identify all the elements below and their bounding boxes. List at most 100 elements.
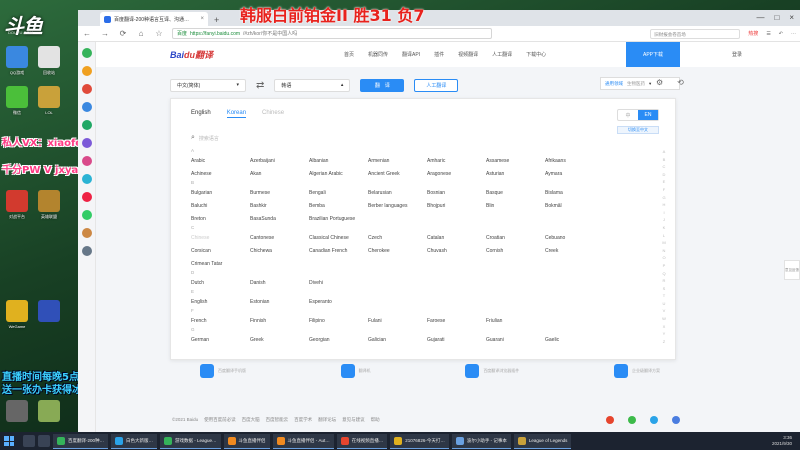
language-option[interactable]: Cherokee [368, 248, 427, 254]
footer-link[interactable]: 翻译论坛 [318, 417, 336, 423]
taskbar-item[interactable]: 波尔小助手 - 记事本 [451, 433, 511, 449]
footer-link[interactable]: 意见与建议 [342, 417, 365, 423]
refresh-icon[interactable]: ⟳ [118, 29, 128, 38]
nav-link-home[interactable]: 首页 [344, 51, 354, 58]
browser-search-input[interactable]: 旧财报会卷首场 [650, 28, 741, 39]
language-option[interactable]: Baluchi [191, 203, 250, 209]
language-option[interactable]: Chuvash [427, 248, 486, 254]
app-promo-item[interactable]: 翻译机 [340, 364, 371, 378]
search-icon[interactable] [23, 435, 35, 447]
desktop-icon-5[interactable] [6, 190, 28, 212]
language-option[interactable]: BasaSunda [250, 216, 309, 222]
alphabet-index-letter[interactable]: J [659, 216, 669, 224]
language-option[interactable]: Achinese [191, 171, 250, 177]
language-option[interactable]: Faroese [427, 318, 486, 324]
star-icon[interactable]: ☆ [154, 29, 164, 38]
language-option[interactable]: Gaelic [545, 337, 604, 343]
tab-chinese[interactable]: Chinese [262, 110, 284, 118]
rail-app-icon[interactable] [82, 48, 92, 58]
url-input[interactable]: 百度 https://fanyi.baidu.com /#zh/kor/你不是中… [172, 28, 492, 39]
footer-link[interactable]: 帮助 [371, 417, 380, 423]
language-option[interactable]: Fulani [368, 318, 427, 324]
close-window-icon[interactable]: × [789, 13, 794, 22]
taskbar-item[interactable]: 白色大新版… [111, 433, 158, 449]
language-option[interactable]: Akan [250, 171, 309, 177]
home-icon[interactable]: ⌂ [136, 29, 146, 38]
alphabet-index-letter[interactable]: D [659, 171, 669, 179]
forward-icon[interactable]: → [100, 29, 110, 38]
browser-tab[interactable]: 百度翻译-200种语言互译、沟通… × [100, 12, 208, 26]
alphabet-index-letter[interactable]: O [659, 254, 669, 262]
rail-app-icon[interactable] [82, 174, 92, 184]
human-translate-button[interactable]: 人工翻译 [414, 78, 459, 92]
language-option[interactable]: Chinese [191, 235, 250, 241]
source-language-select[interactable]: 中文(简体) ▾ [170, 78, 246, 92]
taskbar-item[interactable]: League of Legends [513, 433, 572, 449]
language-option[interactable]: Creek [545, 248, 604, 254]
alphabet-index-letter[interactable]: P [659, 262, 669, 270]
language-option[interactable]: Cornish [486, 248, 545, 254]
rail-app-icon[interactable] [82, 156, 92, 166]
alphabet-index-letter[interactable]: C [659, 163, 669, 171]
nav-link-plugin[interactable]: 插件 [434, 51, 444, 58]
rail-app-icon[interactable] [82, 192, 92, 202]
switch-chinese-link[interactable]: 切换至中文 [617, 126, 659, 134]
rail-app-icon[interactable] [82, 210, 92, 220]
language-option[interactable]: Belarusian [368, 190, 427, 196]
language-option[interactable]: Catalan [427, 235, 486, 241]
rail-app-icon[interactable] [82, 102, 92, 112]
language-option[interactable]: French [191, 318, 250, 324]
language-option[interactable]: German [191, 337, 250, 343]
desktop-icon-9[interactable] [6, 400, 28, 422]
nav-link-video[interactable]: 视频翻译 [458, 51, 478, 58]
language-option[interactable]: Assamese [486, 158, 545, 164]
language-option[interactable]: Aragonese [427, 171, 486, 177]
nav-link-human[interactable]: 人工翻译 [492, 51, 512, 58]
desktop-icon-2[interactable] [38, 46, 60, 68]
alphabet-index-letter[interactable]: I [659, 209, 669, 217]
history-icon[interactable]: ⟲ [677, 78, 684, 87]
desktop-icon-10[interactable] [38, 400, 60, 422]
rail-app-icon[interactable] [82, 84, 92, 94]
alphabet-index-letter[interactable]: R [659, 277, 669, 285]
rail-app-icon[interactable] [82, 138, 92, 148]
alphabet-index-letter[interactable]: H [659, 201, 669, 209]
windows-start-icon[interactable] [4, 436, 14, 446]
settings-icon[interactable]: ⚙ [656, 78, 663, 87]
more-icon[interactable]: ⋯ [791, 31, 796, 37]
desktop-icon-6[interactable] [38, 190, 60, 212]
language-option[interactable]: Greek [250, 337, 309, 343]
language-option[interactable]: Ancient Greek [368, 171, 427, 177]
alphabet-index-letter[interactable]: V [659, 307, 669, 315]
language-option[interactable]: Gujarati [427, 337, 486, 343]
weibo-icon[interactable] [606, 416, 614, 424]
alphabet-index-letter[interactable]: Q [659, 270, 669, 278]
nav-link-download[interactable]: 下载中心 [526, 51, 546, 58]
translate-button[interactable]: 翻 译 [360, 78, 405, 92]
rail-app-icon[interactable] [82, 120, 92, 130]
language-option[interactable]: Berber languages [368, 203, 427, 209]
language-option[interactable]: Basque [486, 190, 545, 196]
language-option[interactable]: Chichewa [250, 248, 309, 254]
alphabet-index-letter[interactable]: B [659, 156, 669, 164]
alphabet-index-letter[interactable]: U [659, 300, 669, 308]
language-option[interactable]: Danish [250, 280, 309, 286]
taskbar-item[interactable]: 斗鱼直播伴侣 [223, 433, 270, 449]
taskbar-item[interactable]: 游戏数据 - League… [160, 433, 221, 449]
back-icon[interactable]: ← [82, 29, 92, 38]
language-option[interactable]: Aymara [545, 171, 604, 177]
alphabet-index-letter[interactable]: T [659, 292, 669, 300]
alphabet-index-letter[interactable]: A [659, 148, 669, 156]
alphabet-index-letter[interactable]: N [659, 247, 669, 255]
language-option[interactable]: Bashkir [250, 203, 309, 209]
minimize-icon[interactable]: — [756, 13, 764, 22]
language-option[interactable]: Breton [191, 216, 250, 222]
toggle-english[interactable]: EN [638, 110, 658, 120]
language-option[interactable]: Bhojpuri [427, 203, 486, 209]
language-option[interactable]: Crimean Tatar [191, 261, 250, 267]
taskbar-item[interactable]: 在线视频直播… [336, 433, 388, 449]
language-option[interactable]: Bokmål [545, 203, 604, 209]
language-option[interactable]: Divehi [309, 280, 368, 286]
alphabet-index-letter[interactable]: L [659, 232, 669, 240]
language-option[interactable]: Canadian French [309, 248, 368, 254]
